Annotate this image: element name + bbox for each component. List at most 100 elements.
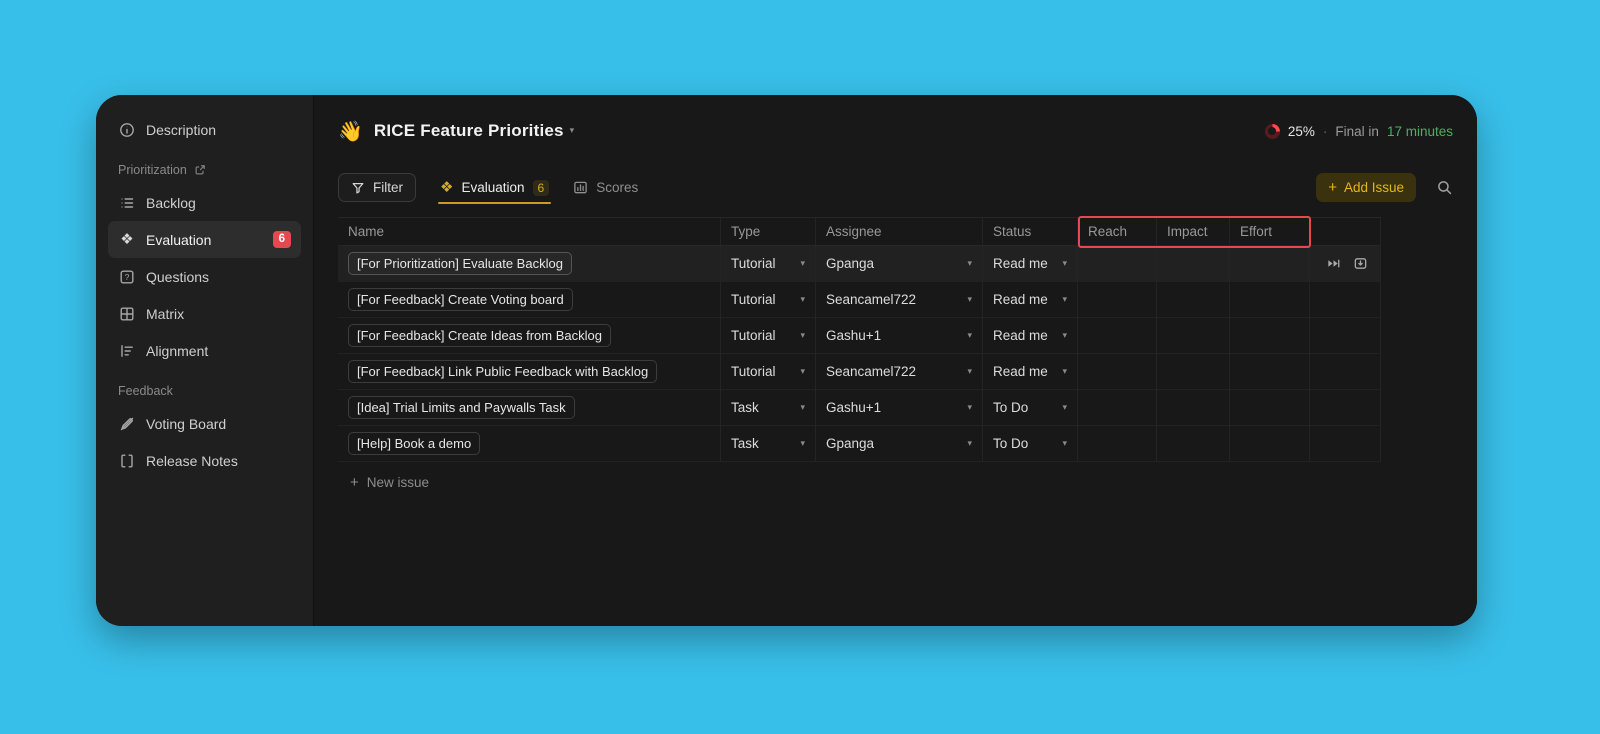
cell-assignee[interactable]: Gpanga▾: [816, 426, 983, 461]
chevron-down-icon[interactable]: ▾: [570, 126, 575, 136]
cell-effort[interactable]: [1230, 282, 1310, 317]
cell-assignee[interactable]: Gashu+1▾: [816, 318, 983, 353]
grid-icon: [118, 305, 136, 323]
move-to-box-icon[interactable]: [1353, 256, 1368, 271]
chevron-down-icon: ▾: [967, 259, 972, 269]
search-icon[interactable]: [1436, 179, 1453, 196]
cell-reach[interactable]: [1078, 390, 1157, 425]
chevron-down-icon: ▾: [967, 295, 972, 305]
diamonds-icon: ❖: [118, 231, 136, 249]
sidebar-item-voting-board[interactable]: Voting Board: [108, 405, 301, 442]
cell-assignee[interactable]: Gpanga▾: [816, 246, 983, 281]
column-header-reach[interactable]: Reach: [1078, 218, 1157, 245]
filter-label: Filter: [373, 180, 403, 195]
chevron-down-icon: ▾: [1062, 331, 1067, 341]
issue-name-chip[interactable]: [Help] Book a demo: [348, 432, 480, 455]
skip-forward-icon[interactable]: [1326, 256, 1341, 271]
cell-type[interactable]: Tutorial▾: [721, 246, 816, 281]
cell-name[interactable]: [Idea] Trial Limits and Paywalls Task: [338, 390, 721, 425]
chevron-down-icon: ▾: [800, 295, 805, 305]
sidebar-item-matrix[interactable]: Matrix: [108, 295, 301, 332]
issue-name-chip[interactable]: [For Feedback] Create Ideas from Backlog: [348, 324, 611, 347]
table-row[interactable]: [For Feedback] Create Ideas from Backlog…: [338, 318, 1381, 354]
sidebar-item-alignment[interactable]: Alignment: [108, 332, 301, 369]
cell-impact[interactable]: [1157, 318, 1230, 353]
cell-impact[interactable]: [1157, 282, 1230, 317]
cell-status[interactable]: Read me▾: [983, 354, 1078, 389]
status-value: Read me: [993, 292, 1048, 307]
cell-status[interactable]: Read me▾: [983, 282, 1078, 317]
cell-assignee[interactable]: Seancamel722▾: [816, 282, 983, 317]
cell-reach[interactable]: [1078, 282, 1157, 317]
column-header-type[interactable]: Type: [721, 218, 816, 245]
separator-dot: ·: [1323, 124, 1328, 139]
table-row[interactable]: [For Prioritization] Evaluate Backlog Tu…: [338, 246, 1381, 282]
chevron-down-icon: ▾: [967, 403, 972, 413]
svg-text:?: ?: [125, 272, 130, 282]
cell-status[interactable]: Read me▾: [983, 246, 1078, 281]
list-icon: [118, 194, 136, 212]
cell-status[interactable]: Read me▾: [983, 318, 1078, 353]
tab-scores[interactable]: Scores: [573, 171, 638, 204]
cell-name[interactable]: [Help] Book a demo: [338, 426, 721, 461]
cell-effort[interactable]: [1230, 246, 1310, 281]
cell-name[interactable]: [For Feedback] Link Public Feedback with…: [338, 354, 721, 389]
sidebar-item-questions[interactable]: ? Questions: [108, 258, 301, 295]
cell-name[interactable]: [For Prioritization] Evaluate Backlog: [338, 246, 721, 281]
cell-type[interactable]: Task▾: [721, 390, 816, 425]
cell-reach[interactable]: [1078, 318, 1157, 353]
cell-impact[interactable]: [1157, 426, 1230, 461]
cell-reach[interactable]: [1078, 246, 1157, 281]
cell-type[interactable]: Tutorial▾: [721, 282, 816, 317]
column-header-effort[interactable]: Effort: [1230, 218, 1310, 245]
cell-assignee[interactable]: Gashu+1▾: [816, 390, 983, 425]
status-value: Read me: [993, 256, 1048, 271]
cell-type[interactable]: Tutorial▾: [721, 318, 816, 353]
cell-type[interactable]: Tutorial▾: [721, 354, 816, 389]
cell-actions: [1310, 426, 1381, 461]
cell-reach[interactable]: [1078, 426, 1157, 461]
sidebar-item-label: Evaluation: [146, 232, 211, 248]
cell-status[interactable]: To Do▾: [983, 390, 1078, 425]
cell-impact[interactable]: [1157, 390, 1230, 425]
open-external-icon[interactable]: [194, 164, 207, 177]
cell-impact[interactable]: [1157, 354, 1230, 389]
new-issue-button[interactable]: + New issue: [350, 475, 429, 490]
plus-icon: +: [350, 475, 359, 490]
table-row[interactable]: [Idea] Trial Limits and Paywalls Task Ta…: [338, 390, 1381, 426]
column-header-status[interactable]: Status: [983, 218, 1078, 245]
sidebar-item-description[interactable]: Description: [108, 111, 301, 148]
cell-effort[interactable]: [1230, 354, 1310, 389]
cell-effort[interactable]: [1230, 318, 1310, 353]
cell-status[interactable]: To Do▾: [983, 426, 1078, 461]
deadline-summary: 25% · Final in 17 minutes: [1265, 124, 1453, 139]
sidebar-section-feedback: Feedback: [108, 369, 301, 405]
cell-effort[interactable]: [1230, 426, 1310, 461]
page-title: RICE Feature Priorities: [374, 121, 564, 141]
cell-name[interactable]: [For Feedback] Create Ideas from Backlog: [338, 318, 721, 353]
table-row[interactable]: [For Feedback] Create Voting board Tutor…: [338, 282, 1381, 318]
cell-effort[interactable]: [1230, 390, 1310, 425]
issue-name-chip[interactable]: [For Feedback] Link Public Feedback with…: [348, 360, 657, 383]
cell-actions: [1310, 246, 1381, 281]
cell-type[interactable]: Task▾: [721, 426, 816, 461]
tab-evaluation[interactable]: ❖ Evaluation 6: [440, 171, 549, 204]
column-header-impact[interactable]: Impact: [1157, 218, 1230, 245]
sidebar-item-evaluation[interactable]: ❖ Evaluation 6: [108, 221, 301, 258]
column-header-name[interactable]: Name: [338, 218, 721, 245]
issue-name-chip[interactable]: [For Feedback] Create Voting board: [348, 288, 573, 311]
filter-button[interactable]: Filter: [338, 173, 416, 202]
section-label: Feedback: [118, 384, 173, 398]
column-header-assignee[interactable]: Assignee: [816, 218, 983, 245]
table-row[interactable]: [Help] Book a demo Task▾ Gpanga▾ To Do▾: [338, 426, 1381, 462]
cell-impact[interactable]: [1157, 246, 1230, 281]
cell-name[interactable]: [For Feedback] Create Voting board: [338, 282, 721, 317]
sidebar-item-backlog[interactable]: Backlog: [108, 184, 301, 221]
sidebar-item-release-notes[interactable]: Release Notes: [108, 442, 301, 479]
cell-assignee[interactable]: Seancamel722▾: [816, 354, 983, 389]
table-row[interactable]: [For Feedback] Link Public Feedback with…: [338, 354, 1381, 390]
cell-reach[interactable]: [1078, 354, 1157, 389]
issue-name-chip[interactable]: [For Prioritization] Evaluate Backlog: [348, 252, 572, 275]
add-issue-button[interactable]: + Add Issue: [1316, 173, 1416, 202]
issue-name-chip[interactable]: [Idea] Trial Limits and Paywalls Task: [348, 396, 575, 419]
